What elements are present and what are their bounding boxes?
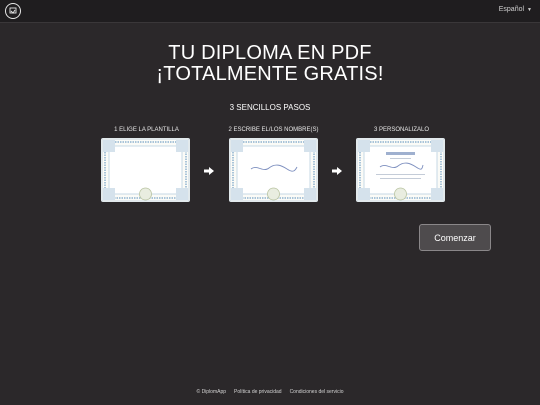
diplomapp-logo-icon[interactable] — [5, 3, 21, 19]
step-3-label: 3 PERSONALIZALO — [373, 127, 430, 133]
step-2-label: 2 ESCRIBE EL/LOS NOMBRE(S) — [228, 127, 319, 133]
start-button[interactable]: Comenzar — [419, 224, 491, 251]
step-1-label: 1 ELIGE LA PLANTILLA — [114, 127, 179, 133]
hero-title-line1: TU DIPLOMA EN PDF — [168, 42, 372, 64]
language-label: Español — [498, 6, 525, 13]
footer-copyright: © DiplomApp — [196, 389, 227, 395]
footer: © DiplomApp Política de privacidad Condi… — [0, 389, 540, 395]
terms-of-service-link[interactable]: Condiciones del servicio — [290, 389, 344, 395]
top-bar: Español ▼ — [0, 0, 540, 23]
arrow-right-icon — [203, 164, 215, 176]
step-3-certificate-preview — [356, 138, 445, 202]
language-selector[interactable]: Español ▼ — [499, 6, 532, 13]
arrow-right-icon — [331, 164, 343, 176]
privacy-policy-link[interactable]: Política de privacidad — [234, 389, 282, 395]
steps-title: 3 SENCILLOS PASOS — [229, 103, 311, 112]
hero-title-line2: ¡TOTALMENTE GRATIS! — [156, 63, 384, 85]
chevron-down-icon: ▼ — [527, 6, 532, 13]
step-2-certificate-preview — [229, 138, 318, 202]
step-1-certificate-preview — [101, 138, 190, 202]
